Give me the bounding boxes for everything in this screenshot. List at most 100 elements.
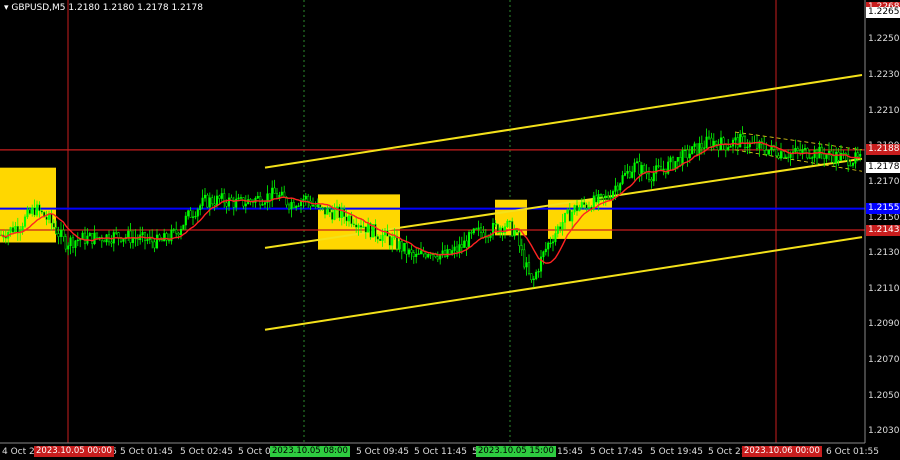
- candle: [631, 165, 634, 179]
- candle: [767, 149, 771, 156]
- candle: [146, 233, 149, 245]
- candle: [609, 189, 612, 201]
- candle: [695, 143, 699, 156]
- candle: [163, 228, 166, 242]
- candle: [254, 196, 257, 208]
- time-tick-label: 5 Oct 09:45: [356, 447, 409, 457]
- candle: [544, 241, 547, 256]
- candle: [415, 246, 418, 264]
- box-2: [318, 194, 400, 250]
- candle: [535, 269, 538, 281]
- candle: [7, 229, 10, 246]
- candle: [463, 232, 466, 248]
- candle: [247, 194, 250, 205]
- candle: [280, 186, 283, 197]
- candle: [307, 193, 310, 209]
- candle: [813, 145, 816, 163]
- candle: [458, 236, 461, 259]
- candle: [671, 155, 675, 171]
- dashed-trend-upper: [734, 131, 863, 151]
- candle: [724, 144, 727, 158]
- price-tick-label: 1.2050: [868, 390, 900, 401]
- time-tick-label: 5 Oct 11:45: [414, 447, 467, 457]
- candle: [523, 243, 526, 270]
- candle: [659, 157, 663, 170]
- candle: [664, 168, 667, 179]
- candle: [647, 167, 651, 183]
- candle: [777, 152, 780, 160]
- candle: [623, 164, 627, 177]
- candle: [667, 156, 670, 175]
- candle: [237, 193, 240, 200]
- candle: [835, 147, 838, 171]
- candle: [530, 273, 533, 283]
- candle: [669, 155, 672, 171]
- candle: [427, 252, 430, 259]
- candle: [115, 226, 118, 235]
- price-tick-label: 1.2110: [868, 283, 900, 294]
- trading-chart-window[interactable]: ▾ GBPUSD,M5 1.2180 1.2180 1.2178 1.2178 …: [0, 0, 900, 460]
- candle: [547, 241, 550, 257]
- candle: [283, 185, 286, 198]
- candle: [851, 162, 855, 168]
- time-tag-2: 2023.10.05 08:00: [270, 446, 350, 457]
- candle: [251, 198, 255, 208]
- candle: [825, 153, 828, 163]
- candle: [153, 238, 156, 253]
- candle: [403, 242, 406, 254]
- candle: [203, 188, 207, 202]
- candle: [314, 201, 317, 209]
- candle: [717, 139, 720, 158]
- candle: [808, 150, 811, 160]
- candle: [256, 191, 259, 200]
- price-tick-label: 1.2210: [868, 105, 900, 116]
- price-tag-1.2265: 1.2265: [866, 7, 900, 19]
- time-tag-4: 2023.10.06 00:00: [742, 446, 822, 457]
- candle: [76, 232, 79, 247]
- candle: [211, 194, 214, 207]
- symbol-header: ▾ GBPUSD,M5 1.2180 1.2180 1.2178 1.2178: [4, 3, 203, 13]
- candle: [71, 234, 75, 253]
- candle: [537, 268, 540, 278]
- candle: [201, 189, 204, 210]
- candle: [847, 147, 850, 172]
- candle: [297, 202, 300, 208]
- price-chart[interactable]: [0, 0, 900, 460]
- candle: [470, 229, 473, 239]
- candle: [275, 188, 279, 199]
- candle: [74, 240, 77, 257]
- price-tick-label: 1.2170: [868, 176, 900, 187]
- candle: [616, 182, 619, 195]
- candle: [662, 160, 665, 176]
- candle: [278, 191, 281, 201]
- candle: [441, 242, 444, 258]
- time-tick-label: 6 Oct 01:55: [826, 447, 879, 457]
- price-tick-label: 1.2230: [868, 70, 900, 81]
- candle: [652, 166, 655, 187]
- candle: [103, 239, 106, 243]
- candle: [64, 233, 67, 253]
- candle: [400, 238, 403, 260]
- time-tick-label: 5 Oct 19:45: [650, 447, 703, 457]
- candle: [453, 240, 456, 259]
- candle: [657, 158, 660, 169]
- price-tick-label: 1.2250: [868, 34, 900, 45]
- candle: [467, 230, 471, 248]
- candle: [741, 126, 744, 144]
- candle: [208, 192, 211, 216]
- candle: [311, 197, 315, 208]
- candle: [232, 196, 235, 216]
- time-tick-label: 5 Oct 17:45: [590, 447, 643, 457]
- candle: [715, 140, 718, 149]
- candle: [635, 157, 639, 164]
- candle: [194, 211, 197, 220]
- candle: [794, 139, 797, 155]
- candle: [518, 228, 521, 253]
- candle: [801, 144, 804, 160]
- candle: [220, 188, 223, 202]
- candle: [261, 198, 264, 206]
- candle: [187, 209, 190, 220]
- candle: [405, 235, 408, 263]
- candle: [619, 182, 622, 195]
- candle: [595, 189, 598, 205]
